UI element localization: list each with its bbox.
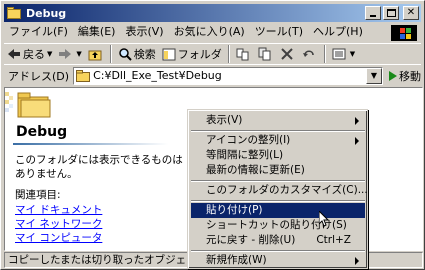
forward-arrow-icon xyxy=(59,49,72,59)
folder-icon xyxy=(6,6,22,20)
explorer-window: Debug ✕ ファイル(F) 編集(E) 表示(V) お気に入り(A) ツール… xyxy=(0,0,425,270)
menu-item-arrange-icons[interactable]: アイコンの整列(I) xyxy=(191,133,365,148)
menu-item-view[interactable]: 表示(V) xyxy=(191,113,365,128)
menu-item-new[interactable]: 新規作成(W) xyxy=(191,253,365,268)
related-heading: 関連項目: xyxy=(15,189,61,201)
menu-tools[interactable]: ツール(T) xyxy=(250,23,308,41)
search-label: 検索 xyxy=(133,48,156,61)
menu-bar: ファイル(F) 編集(E) 表示(V) お気に入り(A) ツール(T) ヘルプ(… xyxy=(4,23,421,41)
address-bar: アドレス(D) C:¥Dll_Exe_Test¥Debug ▼ 移動 xyxy=(4,64,421,86)
back-label: 戻る xyxy=(23,48,45,61)
toolbar-separator xyxy=(323,45,326,63)
menu-item-label: アイコンの整列(I) xyxy=(206,134,291,146)
up-button[interactable] xyxy=(85,44,107,64)
chevron-down-icon: ▼ xyxy=(76,50,82,58)
views-button[interactable]: ▼ xyxy=(329,44,358,64)
go-label: 移動 xyxy=(399,69,421,83)
back-arrow-icon xyxy=(8,49,20,59)
submenu-arrow-icon xyxy=(355,137,359,145)
back-button[interactable]: 戻る ▼ xyxy=(4,44,55,64)
menu-item-label: 等間隔に整列(L) xyxy=(206,149,284,161)
window-title: Debug xyxy=(26,6,67,20)
menu-separator xyxy=(191,250,365,252)
delete-icon xyxy=(281,48,293,60)
link-my-documents[interactable]: マイ ドキュメント xyxy=(15,202,102,217)
move-to-icon xyxy=(236,48,249,61)
move-to-button[interactable] xyxy=(233,44,255,64)
folder-icon xyxy=(17,92,51,118)
menu-item-label: このフォルダのカスタマイズ(C)... xyxy=(206,184,368,196)
menu-favorites[interactable]: お気に入り(A) xyxy=(169,23,250,41)
menu-item-label: 貼り付け(P) xyxy=(206,204,263,216)
menu-item-shortcut: Ctrl+Z xyxy=(316,234,351,246)
link-my-computer[interactable]: マイ コンピュータ xyxy=(15,230,102,245)
folders-label: フォルダ xyxy=(177,48,222,61)
menu-item-paste-shortcut[interactable]: ショートカットの貼り付け(S) xyxy=(191,218,365,233)
address-value: C:¥Dll_Exe_Test¥Debug xyxy=(93,69,222,82)
search-button[interactable]: 検索 xyxy=(115,44,159,64)
menu-item-label: 最新の情報に更新(E) xyxy=(206,164,305,176)
folders-button[interactable]: フォルダ xyxy=(159,44,225,64)
menu-view[interactable]: 表示(V) xyxy=(120,23,168,41)
menu-edit[interactable]: 編集(E) xyxy=(73,23,121,41)
menu-item-paste[interactable]: 貼り付け(P) xyxy=(191,203,365,218)
undo-icon xyxy=(302,50,314,57)
menu-separator xyxy=(191,180,365,182)
mouse-cursor-icon xyxy=(319,211,329,227)
copy-to-button[interactable] xyxy=(255,44,277,64)
address-dropdown-button[interactable]: ▼ xyxy=(366,67,382,84)
toolbar: 戻る ▼ ▼ 検索 フォルダ ▼ xyxy=(4,43,421,65)
search-icon xyxy=(119,48,132,61)
title-bar[interactable]: Debug ✕ xyxy=(4,4,421,22)
folders-icon xyxy=(162,48,176,61)
go-arrow-icon xyxy=(389,70,397,81)
menu-file[interactable]: ファイル(F) xyxy=(4,23,73,41)
menu-item-label: 元に戻す - 削除(U) xyxy=(206,234,296,246)
views-icon xyxy=(332,48,346,60)
close-button[interactable]: ✕ xyxy=(403,6,419,20)
folder-icon xyxy=(76,69,91,82)
toolbar-separator xyxy=(227,45,230,63)
up-folder-icon xyxy=(88,50,102,61)
submenu-arrow-icon xyxy=(355,117,359,125)
submenu-arrow-icon xyxy=(355,257,359,265)
maximize-button[interactable] xyxy=(383,6,399,20)
chevron-down-icon: ▼ xyxy=(349,50,356,58)
menu-help[interactable]: ヘルプ(H) xyxy=(308,23,368,41)
menu-item-line-up-icons[interactable]: 等間隔に整列(L) xyxy=(191,148,365,163)
address-label: アドレス(D) xyxy=(8,69,70,83)
page-title: Debug xyxy=(16,124,68,140)
undo-button[interactable] xyxy=(299,44,321,64)
windows-logo-icon xyxy=(391,25,417,41)
minimize-button[interactable] xyxy=(365,6,381,20)
copy-to-icon xyxy=(258,47,271,61)
menu-item-undo-delete[interactable]: 元に戻す - 削除(U) Ctrl+Z xyxy=(191,233,365,248)
title-divider xyxy=(13,143,168,145)
go-button[interactable]: 移動 xyxy=(389,68,421,84)
menu-item-label: 表示(V) xyxy=(206,114,243,126)
menu-separator xyxy=(191,130,365,132)
menu-separator xyxy=(191,200,365,202)
delete-button[interactable] xyxy=(277,44,299,64)
menu-item-customize-folder[interactable]: このフォルダのカスタマイズ(C)... xyxy=(191,183,368,198)
link-my-network[interactable]: マイ ネットワーク xyxy=(15,216,102,231)
address-input[interactable]: C:¥Dll_Exe_Test¥Debug ▼ xyxy=(73,66,383,85)
forward-button[interactable]: ▼ xyxy=(55,44,84,64)
toolbar-separator xyxy=(109,45,112,63)
menu-item-label: 新規作成(W) xyxy=(206,254,267,266)
menu-item-refresh[interactable]: 最新の情報に更新(E) xyxy=(191,163,365,178)
chevron-down-icon: ▼ xyxy=(47,50,53,58)
context-menu: 表示(V) アイコンの整列(I) 等間隔に整列(L) 最新の情報に更新(E) こ… xyxy=(187,109,368,269)
empty-folder-message: このフォルダには表示できるものはありません。 xyxy=(15,154,183,180)
